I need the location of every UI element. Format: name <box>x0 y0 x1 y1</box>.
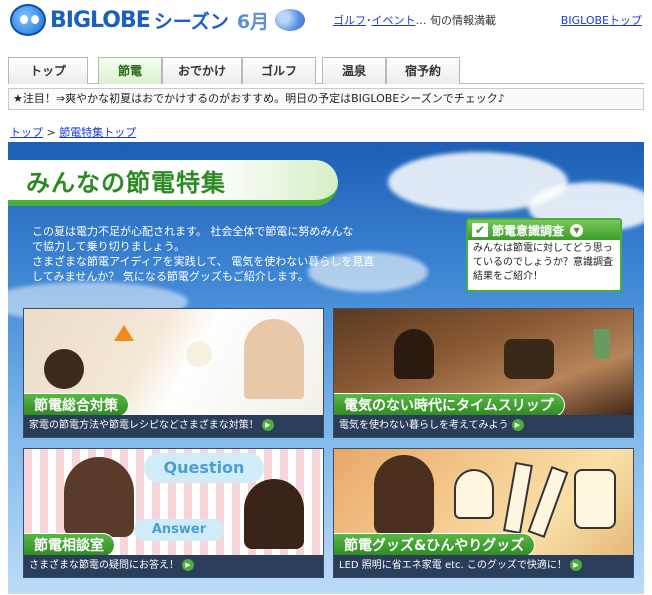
biglobe-season-logo[interactable]: BIGLOBE シーズン 6月 <box>10 4 306 36</box>
lamp-icon <box>184 339 214 369</box>
feature-title: みんなの節電特集 <box>26 168 226 197</box>
tab-onsen[interactable]: 温泉 <box>322 57 386 84</box>
intro-line: してみませんか？ 気になる節電グッズもご紹介します。 <box>32 270 309 283</box>
card-caption: LED 照明に省エネ家電 etc. このグッズで快適に！ ▶ <box>334 555 633 577</box>
brand-month: 6月 <box>236 10 270 33</box>
card-label: 節電相談室 <box>24 533 115 557</box>
notice-text: ★注目！⇒爽やかな初夏はおでかけするのがおすすめ。明日の予定はBIGLOBEシー… <box>13 92 505 105</box>
survey-text: みんなは節電に対してどう思っているのでしょうか？意識調査結果をご紹介！ <box>473 243 613 282</box>
survey-box[interactable]: ✔ 節電意識調査 ▼ みんなは節電に対してどう思っているのでしょうか？意識調査結… <box>466 218 622 292</box>
card-label: 節電グッズ&ひんやりグッズ <box>334 533 536 557</box>
main-nav: トップ 節電 おでかけ ゴルフ 温泉 宿予約 <box>8 57 644 84</box>
bulb-icon <box>454 469 494 519</box>
play-arrow-icon: ▶ <box>511 419 524 431</box>
card-caption-text: さまざまな節電の疑問にお答え！ <box>29 560 179 571</box>
card-caption-text: 家電の節電方法や節電レシピなどさまざまな対策！ <box>29 420 259 431</box>
person-photo <box>244 479 304 549</box>
person-photo <box>64 457 134 537</box>
intro-line: で協力して乗り切りましょう。 <box>32 240 186 253</box>
header-link-event[interactable]: イベント <box>372 14 416 27</box>
chevron-down-icon: ▼ <box>570 223 584 237</box>
person-photo <box>244 319 304 399</box>
header-link-golf[interactable]: ゴルフ <box>333 14 366 27</box>
card-caption: さまざまな節電の疑問にお答え！ ▶ <box>24 555 323 577</box>
biglobe-mascot-icon <box>10 4 46 36</box>
feature-intro: この夏は電力不足が心配されます。 社会全体で節電に努めみんな で協力して乗り切り… <box>32 224 412 284</box>
tube-light-icon <box>527 466 569 538</box>
play-arrow-icon: ▶ <box>182 559 194 571</box>
question-bubble: Question <box>144 453 264 483</box>
card-caption: 電気を使わない暮らしを考えてみよう ▶ <box>334 415 633 437</box>
breadcrumb-separator: > <box>46 126 56 139</box>
play-arrow-icon: ▶ <box>261 419 274 431</box>
answer-bubble: Answer <box>134 519 224 541</box>
card-goods[interactable]: 節電グッズ&ひんやりグッズ LED 照明に省エネ家電 etc. このグッズで快適… <box>333 448 634 578</box>
breadcrumb: トップ > 節電特集トップ <box>10 124 136 140</box>
site-header: BIGLOBE シーズン 6月 ゴルフ･イベント… 旬の情報満載 BIGLOBE… <box>0 0 652 46</box>
brand-season: シーズン <box>153 10 229 33</box>
intro-line: この夏は電力不足が心配されます。 社会全体で節電に努めみんな <box>32 225 354 238</box>
tab-golf[interactable]: ゴルフ <box>242 57 316 84</box>
notice-bar[interactable]: ★注目！⇒爽やかな初夏はおでかけするのがおすすめ。明日の予定はBIGLOBEシー… <box>8 88 644 110</box>
intro-line: さまざまな節電アイディアを実践して、 電気を使わない暮らしを見直 <box>32 255 375 268</box>
bottle-icon <box>594 329 610 359</box>
feature-banner: みんなの節電特集 この夏は電力不足が心配されます。 社会全体で節電に努めみんな … <box>8 142 644 594</box>
card-label: 電気のない時代にタイムスリップ <box>334 393 565 417</box>
person-photo <box>394 329 434 379</box>
breadcrumb-top[interactable]: トップ <box>10 126 43 139</box>
arrow-up-icon <box>114 325 134 341</box>
card-caption-text: LED 照明に省エネ家電 etc. このグッズで快適に！ <box>339 560 567 571</box>
tube-light-icon <box>503 461 533 535</box>
hydrangea-icon <box>275 9 306 31</box>
tab-yado[interactable]: 宿予約 <box>386 57 460 84</box>
card-caption: 家電の節電方法や節電レシピなどさまざまな対策！ ▶ <box>24 415 323 437</box>
person-photo <box>374 455 434 535</box>
header-tagline: … 旬の情報満載 <box>415 14 497 27</box>
card-soudanshitsu[interactable]: Question Answer 節電相談室 さまざまな節電の疑問にお答え！ ▶ <box>23 448 324 578</box>
biglobe-top-link[interactable]: BIGLOBEトップ <box>561 12 642 28</box>
survey-title: 節電意識調査 <box>492 223 565 238</box>
card-setsuden-taisaku[interactable]: 節電総合対策 家電の節電方法や節電レシピなどさまざまな対策！ ▶ <box>23 308 324 438</box>
pitcher-icon <box>574 469 616 529</box>
card-time-slip[interactable]: 電気のない時代にタイムスリップ 電気を使わない暮らしを考えてみよう ▶ <box>333 308 634 438</box>
person-photo <box>44 349 84 389</box>
header-links: ゴルフ･イベント… 旬の情報満載 <box>333 12 496 28</box>
checkmark-icon: ✔ <box>472 223 488 237</box>
survey-title-bar: ✔ 節電意識調査 ▼ <box>468 220 620 240</box>
brand-name: BIGLOBE <box>50 7 151 33</box>
tab-top[interactable]: トップ <box>8 57 88 84</box>
tab-odekake[interactable]: おでかけ <box>162 57 242 84</box>
card-label: 節電総合対策 <box>24 393 129 417</box>
pot-icon <box>504 339 554 379</box>
card-caption-text: 電気を使わない暮らしを考えてみよう <box>339 420 509 431</box>
feature-title-banner: みんなの節電特集 <box>8 160 338 206</box>
breadcrumb-setsuden[interactable]: 節電特集トップ <box>59 126 136 139</box>
tab-setsuden[interactable]: 節電 <box>98 57 162 84</box>
play-arrow-icon: ▶ <box>569 559 582 571</box>
